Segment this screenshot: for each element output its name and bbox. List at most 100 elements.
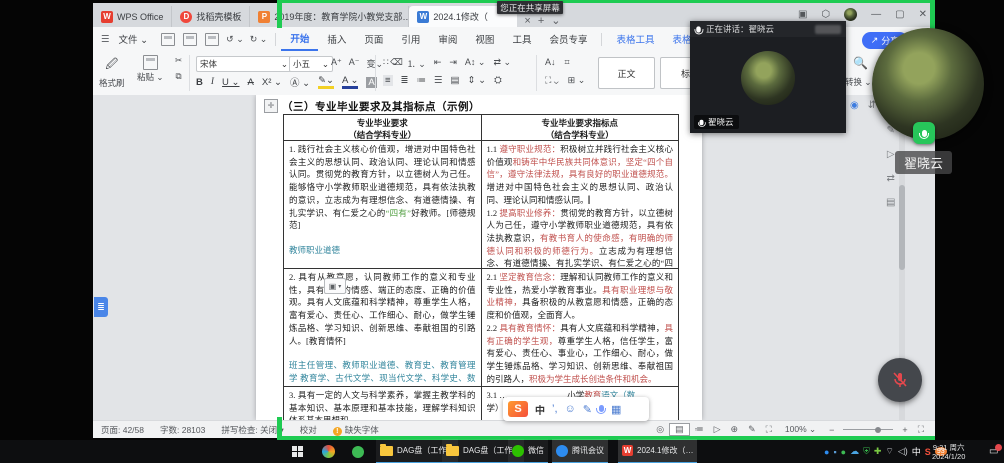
align-left-icon[interactable]: ≡ bbox=[383, 75, 393, 86]
ime-toolbox-icon[interactable]: ▦ bbox=[611, 403, 621, 416]
notes-icon[interactable]: ▤ bbox=[886, 197, 895, 208]
tray-ime-mode[interactable]: 中 bbox=[912, 445, 921, 458]
bold-button[interactable]: B bbox=[196, 77, 203, 88]
start-button[interactable] bbox=[288, 440, 307, 463]
mute-mic-button[interactable] bbox=[878, 358, 922, 402]
print-preview-icon[interactable] bbox=[205, 33, 219, 46]
ruler-icon[interactable]: ⌗ bbox=[565, 57, 570, 68]
layout-switch-icon[interactable]: ▣ bbox=[798, 9, 807, 20]
proofread-button[interactable]: 校对 bbox=[292, 424, 325, 436]
ime-handwrite-icon[interactable]: ✎ bbox=[583, 403, 592, 416]
font-name-select[interactable]: 宋体⌄ bbox=[196, 56, 292, 72]
decrease-font-icon[interactable]: A⁻ bbox=[349, 57, 360, 70]
focus-mode-icon[interactable]: ⛶ bbox=[761, 424, 777, 435]
align-right-icon[interactable]: ≔ bbox=[417, 75, 427, 86]
taskbar-wechat[interactable]: 微信 bbox=[508, 439, 548, 463]
table-cell[interactable]: 1.1 遵守职业规范：积极树立并践行社会主义核心价值观和铸牢中华民族共同体意识，… bbox=[482, 141, 679, 268]
ime-voice-icon[interactable] bbox=[599, 403, 604, 415]
strikethrough-button[interactable]: A bbox=[248, 77, 254, 88]
paste-button[interactable]: 粘贴 ⌄ bbox=[137, 55, 164, 83]
scrollbar-thumb[interactable] bbox=[899, 185, 905, 270]
assistant-icon[interactable]: ⬡ bbox=[821, 9, 830, 20]
tray-green-icon[interactable]: ● bbox=[841, 447, 846, 457]
eye-protect-icon[interactable]: ◎ bbox=[651, 424, 669, 435]
ime-toolbar[interactable]: S 中 ’, ☺ ✎ ▦ bbox=[503, 397, 649, 421]
print-icon[interactable] bbox=[183, 33, 197, 46]
save-icon[interactable] bbox=[161, 33, 175, 46]
text-direction-icon[interactable]: A↕ ⌄ bbox=[465, 57, 486, 70]
edit-mode-icon[interactable]: ✎ bbox=[743, 424, 761, 435]
read-mode-icon[interactable]: ▷ bbox=[887, 149, 895, 160]
mic-active-badge[interactable] bbox=[913, 122, 935, 144]
table-cell[interactable]: 1. 践行社会主义核心价值观，增进对中国特色社会主义的思想认同、政治认同、理论认… bbox=[284, 141, 482, 268]
redo-icon[interactable]: ↻ ⌄ bbox=[247, 34, 271, 45]
fullscreen-icon[interactable]: ⛶ bbox=[913, 424, 929, 435]
distribute-icon[interactable]: ▤ bbox=[451, 75, 460, 86]
zoom-slider[interactable] bbox=[843, 429, 893, 430]
zoom-level[interactable]: 100% ⌄ bbox=[777, 424, 824, 435]
read-view-icon[interactable]: ▷ bbox=[709, 424, 726, 435]
zoom-out-icon[interactable]: − bbox=[824, 425, 839, 435]
meeting-speaker-panel[interactable]: 正在讲话：翟晓云 翟晓云 bbox=[690, 21, 846, 133]
swap-icon[interactable]: ⇄ bbox=[887, 173, 895, 184]
ime-punctuation-icon[interactable]: ’, bbox=[552, 403, 558, 415]
location-pin-icon[interactable]: ◉ bbox=[850, 100, 859, 111]
menu-reference[interactable]: 引用 bbox=[392, 32, 429, 46]
highlight-color-button[interactable]: ✎⌄ bbox=[318, 75, 334, 89]
menu-member[interactable]: 会员专享 bbox=[540, 32, 596, 46]
tray-app-icon[interactable]: ▪ bbox=[833, 447, 836, 457]
search-icon[interactable]: 🔍 bbox=[853, 56, 868, 70]
missing-font-warning[interactable]: !缺失字体 bbox=[325, 424, 387, 436]
superscript-button[interactable]: X² ⌄ bbox=[262, 77, 282, 88]
taskbar-green-app[interactable] bbox=[348, 440, 368, 463]
tab-docer-templates[interactable]: D 找稻壳模板 bbox=[172, 6, 250, 27]
nav-pane-toggle[interactable]: ≣ bbox=[94, 297, 108, 317]
menu-insert[interactable]: 插入 bbox=[318, 32, 355, 46]
shading-icon[interactable]: ⛭ bbox=[494, 75, 502, 86]
menu-home[interactable]: 开始 bbox=[281, 27, 318, 51]
menu-review[interactable]: 审阅 bbox=[429, 32, 466, 46]
tray-plus-icon[interactable]: ✚ bbox=[874, 446, 882, 457]
taskbar-wps-document[interactable]: W 2024.1修改（… bbox=[618, 439, 697, 463]
close-button[interactable]: ✕ bbox=[919, 9, 927, 20]
table-cell[interactable]: 2. 具有从教意愿，认同教师工作的意义和专业性，具有积极的情感、端正的态度、正确… bbox=[284, 269, 482, 386]
restore-button[interactable]: ▢ bbox=[895, 9, 904, 20]
sogou-ime-logo[interactable]: S bbox=[508, 401, 528, 417]
table-select-float-button[interactable]: ▣▾ bbox=[324, 278, 346, 294]
cut-icon[interactable]: ✂ bbox=[175, 55, 182, 66]
ime-mode-chinese[interactable]: 中 bbox=[535, 402, 545, 417]
tray-shield-icon[interactable]: ⛨ bbox=[863, 446, 870, 457]
tab-list-chevron-icon[interactable]: ⌄ bbox=[551, 14, 560, 27]
tray-cloud-icon[interactable]: ☁ bbox=[850, 446, 859, 457]
new-tab-icon[interactable]: + bbox=[538, 15, 544, 27]
enclose-char-button[interactable]: Ⓐ ⌄ bbox=[290, 75, 310, 89]
page-view-icon[interactable]: ▤ bbox=[669, 423, 690, 436]
tray-wifi-icon[interactable]: ⌔ bbox=[885, 446, 893, 457]
menu-file[interactable]: 文件 ⌄ bbox=[110, 32, 158, 46]
align-justify-icon[interactable]: ☰ bbox=[434, 75, 443, 86]
undo-icon[interactable]: ↺ ⌄ bbox=[223, 34, 247, 45]
table-cell[interactable]: 2.1 坚定教育信念：理解和认同教师工作的意义和专业性，热爱小学教育事业。具有职… bbox=[482, 269, 679, 386]
minimize-button[interactable]: — bbox=[871, 9, 881, 20]
format-painter-button[interactable]: 🖉 格式刷 bbox=[99, 55, 125, 89]
taskbar-tencent-meeting[interactable]: 腾讯会议 bbox=[552, 439, 608, 463]
increase-font-icon[interactable]: A⁺ bbox=[331, 57, 342, 70]
taskbar-browser[interactable] bbox=[318, 440, 339, 463]
italic-button[interactable]: I bbox=[211, 77, 214, 87]
account-avatar[interactable] bbox=[844, 8, 857, 21]
notification-center-button[interactable]: ▭ bbox=[985, 440, 1002, 463]
tray-meeting-icon[interactable]: ● bbox=[824, 447, 829, 457]
tray-volume-icon[interactable]: ◁) bbox=[898, 446, 908, 457]
tab-presentation[interactable]: P 2019年度：教育学院小教党支部… × bbox=[250, 6, 409, 27]
font-size-select[interactable]: 小五⌄ bbox=[289, 56, 333, 72]
bullet-list-button[interactable]: ∷ ⌄ bbox=[383, 57, 399, 70]
borders-icon[interactable]: ⊞ ⌄ bbox=[568, 75, 586, 86]
hamburger-menu-icon[interactable]: ☰ bbox=[101, 34, 110, 45]
number-list-button[interactable]: ⒈ ⌄ bbox=[407, 57, 426, 70]
copy-icon[interactable]: ⧉ bbox=[176, 71, 182, 82]
underline-button[interactable]: U ⌄ bbox=[222, 77, 239, 88]
outline-view-icon[interactable]: ≔ bbox=[690, 424, 709, 435]
tab-wps-home[interactable]: W WPS Office bbox=[93, 6, 172, 27]
tab-close-icon[interactable]: × bbox=[524, 15, 530, 27]
ime-emoji-icon[interactable]: ☺ bbox=[565, 403, 576, 415]
